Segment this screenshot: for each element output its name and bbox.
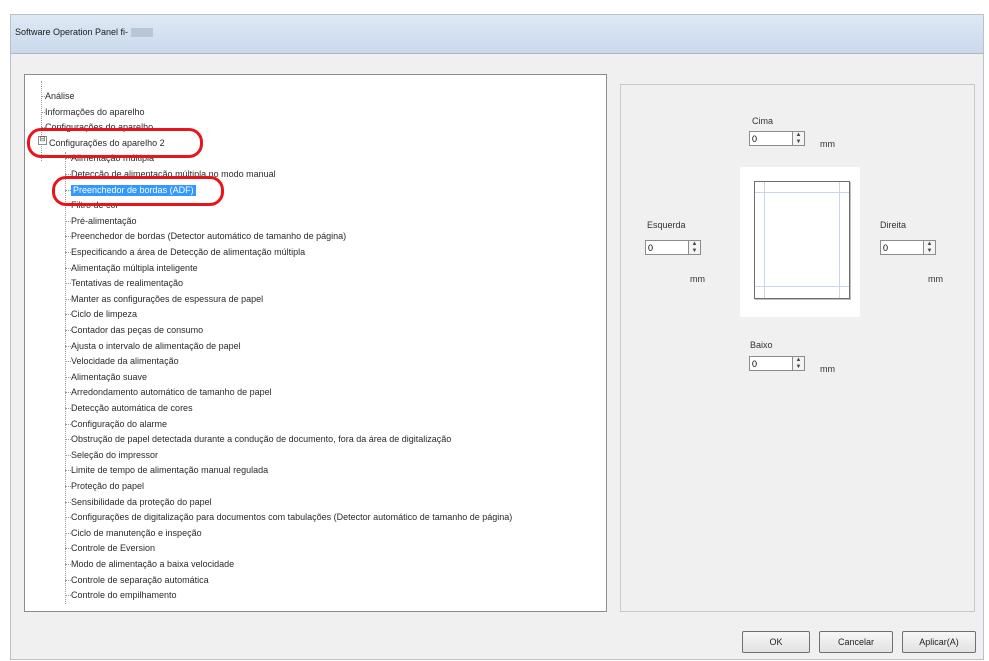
top-guide-line [755,192,849,193]
right-spin-arrows[interactable]: ▲ ▼ [924,240,936,255]
tree-item[interactable]: Arredondamento automático de tamanho de … [71,387,272,398]
top-unit: mm [820,139,835,149]
left-spinbox[interactable]: 0 ▲ ▼ [645,240,705,257]
bottom-label: Baixo [750,340,773,350]
left-unit: mm [690,274,705,284]
bottom-unit: mm [820,364,835,374]
tree-item[interactable]: Sensibilidade da proteção do papel [71,497,212,508]
tree-item[interactable]: Velocidade da alimentação [71,356,179,367]
tree-item[interactable]: Configurações do aparelho [45,122,153,133]
title-bar: Software Operation Panel fi- [11,15,983,54]
spin-down-icon[interactable]: ▼ [689,248,700,255]
spin-up-icon[interactable]: ▲ [793,132,804,139]
left-label: Esquerda [647,220,686,230]
tree-item[interactable]: Especificando a área de Detecção de alim… [71,247,305,258]
tree-item[interactable]: Ciclo de limpeza [71,309,137,320]
right-spinbox[interactable]: 0 ▲ ▼ [880,240,940,257]
ok-button[interactable]: OK [742,631,810,653]
cancel-button[interactable]: Cancelar [819,631,893,653]
tree-item[interactable]: Configurações de digitalização para docu… [71,512,512,523]
tree-item[interactable]: Ciclo de manutenção e inspeção [71,528,202,539]
bottom-guide-line [755,286,849,287]
tree-item[interactable]: Pré-alimentação [71,216,137,227]
tree-item[interactable]: Ajusta o intervalo de alimentação de pap… [71,341,241,352]
tree-item[interactable]: Preenchedor de bordas (ADF) [71,184,196,196]
left-spin-arrows[interactable]: ▲ ▼ [689,240,701,255]
right-unit: mm [928,274,943,284]
tree-item[interactable]: Manter as configurações de espessura de … [71,294,263,305]
tree-item[interactable]: Configurações do aparelho 2 [49,138,165,149]
page-outline [754,181,850,299]
tree-item[interactable]: Controle do empilhamento [71,590,177,601]
bottom-value-field[interactable]: 0 [749,356,793,371]
spin-up-icon[interactable]: ▲ [689,241,700,248]
tree-item[interactable]: Proteção do papel [71,481,144,492]
apply-button[interactable]: Aplicar(A) [902,631,976,653]
tree-item[interactable]: Contador das peças de consumo [71,325,203,336]
window-title-text: Software Operation Panel fi- [15,27,129,37]
spin-up-icon[interactable]: ▲ [924,241,935,248]
redacted-model-name [131,28,154,38]
edge-filler-settings-panel [620,84,975,612]
bottom-spinbox[interactable]: 0 ▲ ▼ [749,356,809,373]
right-guide-line [839,182,840,298]
tree-guide-root [41,81,42,161]
collapse-icon[interactable]: ⊟ [38,136,47,145]
tree-item[interactable]: Filtro de cor [71,200,119,211]
tree-item[interactable]: Análise [45,91,75,102]
spin-down-icon[interactable]: ▼ [924,248,935,255]
tree-item[interactable]: Detecção de alimentação múltipla no modo… [71,169,276,180]
tree-item[interactable]: Alimentação múltipla [71,153,154,164]
tree-item[interactable]: Informações do aparelho [45,107,145,118]
tree-item[interactable]: Modo de alimentação a baixa velocidade [71,559,234,570]
tree-item[interactable]: Alimentação suave [71,372,147,383]
settings-tree[interactable]: ⊟ Análise Informações do aparelho Configur… [24,74,607,612]
tree-item[interactable]: Obstrução de papel detectada durante a c… [71,434,451,445]
tree-item[interactable]: Limite de tempo de alimentação manual re… [71,465,268,476]
bottom-spin-arrows[interactable]: ▲ ▼ [793,356,805,371]
tree-item[interactable]: Tentativas de realimentação [71,278,183,289]
spin-up-icon[interactable]: ▲ [793,357,804,364]
top-spinbox[interactable]: 0 ▲ ▼ [749,131,809,148]
tree-item[interactable]: Preenchedor de bordas (Detector automáti… [71,231,346,242]
left-guide-line [764,182,765,298]
top-label: Cima [752,116,774,126]
tree-item[interactable]: Seleção do impressor [71,450,158,461]
spin-down-icon[interactable]: ▼ [793,364,804,371]
tree-item[interactable]: Controle de Eversion [71,543,155,554]
tree-item[interactable]: Controle de separação automática [71,575,209,586]
spin-down-icon[interactable]: ▼ [793,139,804,146]
page-preview [740,167,860,317]
tree-item[interactable]: Alimentação múltipla inteligente [71,263,198,274]
right-value-field[interactable]: 0 [880,240,924,255]
top-spin-arrows[interactable]: ▲ ▼ [793,131,805,146]
window-title: Software Operation Panel fi- [15,27,154,38]
tree-guide-children [65,152,66,604]
tree-item[interactable]: Detecção automática de cores [71,403,193,414]
top-value-field[interactable]: 0 [749,131,793,146]
left-value-field[interactable]: 0 [645,240,689,255]
tree-item[interactable]: Configuração do alarme [71,419,167,430]
right-label: Direita [880,220,907,230]
